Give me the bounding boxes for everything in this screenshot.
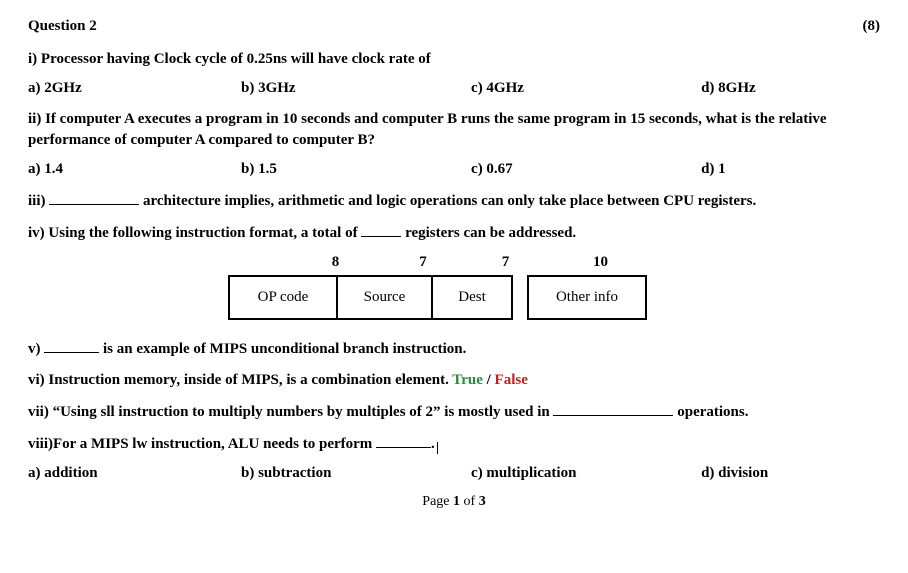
q2-option-b: b) 1.5: [241, 161, 471, 178]
bit-width-4: 10: [548, 254, 653, 271]
q2-option-a: a) 1.4: [28, 161, 241, 178]
q4-suffix: registers can be addressed.: [405, 225, 576, 241]
field-opcode: OP code: [228, 275, 338, 320]
q8-blank[interactable]: [376, 433, 431, 448]
q2-option-c: c) 0.67: [471, 161, 701, 178]
field-dest: Dest: [433, 275, 513, 320]
q6-true: True: [452, 372, 483, 388]
q7-line: vii) “Using sll instruction to multiply …: [28, 401, 880, 423]
question-title: Question 2: [28, 18, 97, 35]
q8-options: a) addition b) subtraction c) multiplica…: [28, 465, 880, 482]
footer-page-prefix: Page: [422, 494, 453, 509]
q7-blank[interactable]: [553, 401, 673, 416]
q3-rest: architecture implies, arithmetic and log…: [143, 193, 756, 209]
q1-option-a: a) 2GHz: [28, 80, 241, 97]
q6-prefix: vi) Instruction memory, inside of MIPS, …: [28, 372, 452, 388]
q4-prefix: iv) Using the following instruction form…: [28, 225, 361, 241]
text-cursor-icon: [435, 438, 436, 452]
instruction-format-diagram: OP code Source Dest Other info: [228, 275, 880, 320]
q3-prefix: iii): [28, 193, 46, 209]
q8-line: viii)For a MIPS lw instruction, ALU need…: [28, 433, 880, 455]
q7-prefix: vii) “Using sll instruction to multiply …: [28, 404, 553, 420]
q2-options: a) 1.4 b) 1.5 c) 0.67 d) 1: [28, 161, 880, 178]
bit-widths-row: 8 7 7 10: [258, 254, 880, 271]
bit-width-1: 8: [288, 254, 383, 271]
question-marks: (8): [863, 18, 881, 35]
q2-option-d: d) 1: [701, 161, 880, 178]
q3-blank[interactable]: [49, 190, 139, 205]
q5-blank[interactable]: [44, 338, 99, 353]
q4-blank[interactable]: [361, 222, 401, 237]
field-other: Other info: [527, 275, 647, 320]
field-source: Source: [338, 275, 433, 320]
q1-options: a) 2GHz b) 3GHz c) 4GHz d) 8GHz: [28, 80, 880, 97]
q2-text: ii) If computer A executes a program in …: [28, 109, 880, 151]
q8-option-a: a) addition: [28, 465, 241, 482]
q8-option-c: c) multiplication: [471, 465, 701, 482]
q1-option-d: d) 8GHz: [701, 80, 880, 97]
q6-false: False: [495, 372, 528, 388]
page-footer: Page 1 of 3: [28, 494, 880, 510]
q5-rest: is an example of MIPS unconditional bran…: [103, 341, 466, 357]
q6-line: vi) Instruction memory, inside of MIPS, …: [28, 370, 880, 391]
q8-option-b: b) subtraction: [241, 465, 471, 482]
q6-slash: /: [487, 372, 495, 388]
footer-page-num: 1: [453, 494, 460, 509]
q1-text: i) Processor having Clock cycle of 0.25n…: [28, 49, 880, 70]
footer-page-total: 3: [479, 494, 486, 509]
q4-line: iv) Using the following instruction form…: [28, 222, 880, 244]
q8-prefix: viii)For a MIPS lw instruction, ALU need…: [28, 436, 376, 452]
q1-option-c: c) 4GHz: [471, 80, 701, 97]
bit-width-2: 7: [383, 254, 463, 271]
q7-suffix: operations.: [677, 404, 748, 420]
q1-option-b: b) 3GHz: [241, 80, 471, 97]
q5-line: v) is an example of MIPS unconditional b…: [28, 338, 880, 360]
footer-page-suffix: of: [460, 494, 479, 509]
q8-option-d: d) division: [701, 465, 880, 482]
q5-prefix: v): [28, 341, 41, 357]
q3-line: iii) architecture implies, arithmetic an…: [28, 190, 880, 212]
question-header: Question 2 (8): [28, 18, 880, 35]
bit-width-3: 7: [463, 254, 548, 271]
